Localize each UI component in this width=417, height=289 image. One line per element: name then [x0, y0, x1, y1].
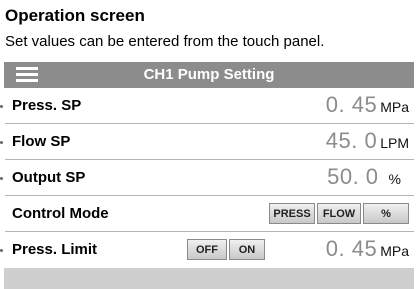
- flow-sp-label: Flow SP: [12, 133, 71, 150]
- press-sp-unit: MPa: [380, 99, 409, 115]
- row-bullet: [0, 249, 3, 252]
- page-heading: Operation screen: [5, 6, 145, 25]
- flow-sp-value-field[interactable]: 45. 0 LPM: [326, 128, 409, 156]
- output-sp-label: Output SP: [12, 169, 86, 186]
- row-bullet: [0, 177, 3, 180]
- flow-sp-value: 45. 0: [325, 128, 378, 153]
- press-sp-label: Press. SP: [12, 97, 82, 114]
- flow-sp-row: Flow SP 45. 0 LPM: [0, 124, 417, 160]
- output-sp-row: Output SP 50. 0 %: [0, 160, 417, 196]
- press-limit-row: Press. Limit OFF ON 0. 45 MPa: [0, 232, 417, 268]
- bottom-status-bar: [4, 268, 414, 289]
- control-mode-buttons: PRESS FLOW %: [269, 203, 409, 224]
- flow-mode-button[interactable]: FLOW: [317, 203, 361, 224]
- press-limit-label: Press. Limit: [12, 241, 98, 258]
- press-limit-toggle: OFF ON: [187, 239, 265, 260]
- flow-sp-unit: LPM: [380, 135, 409, 151]
- press-limit-off-button[interactable]: OFF: [187, 239, 227, 260]
- row-bullet: [0, 141, 3, 144]
- percent-mode-button[interactable]: %: [363, 203, 409, 224]
- output-sp-value-field[interactable]: 50. 0 %: [327, 164, 409, 192]
- press-sp-row: Press. SP 0. 45 MPa: [0, 88, 417, 124]
- press-sp-value: 0. 45: [325, 92, 378, 117]
- row-bullet: [0, 105, 3, 108]
- press-limit-value: 0. 45: [325, 236, 378, 261]
- screen-title: CH1 Pump Setting: [143, 66, 275, 83]
- pump-setting-panel: CH1 Pump Setting Press. SP 0. 45 MPa Flo…: [0, 60, 417, 289]
- press-mode-button[interactable]: PRESS: [269, 203, 315, 224]
- press-sp-value-field[interactable]: 0. 45 MPa: [326, 92, 409, 120]
- control-mode-row: Control Mode PRESS FLOW %: [0, 196, 417, 232]
- control-mode-label: Control Mode: [12, 205, 109, 222]
- press-limit-unit: MPa: [380, 243, 409, 259]
- page-subtitle: Set values can be entered from the touch…: [5, 33, 325, 50]
- screen-title-bar: CH1 Pump Setting: [4, 62, 414, 88]
- press-limit-value-field[interactable]: 0. 45 MPa: [326, 236, 409, 264]
- press-limit-on-button[interactable]: ON: [229, 239, 265, 260]
- output-sp-value: 50. 0: [327, 164, 379, 189]
- output-sp-unit: %: [388, 171, 401, 187]
